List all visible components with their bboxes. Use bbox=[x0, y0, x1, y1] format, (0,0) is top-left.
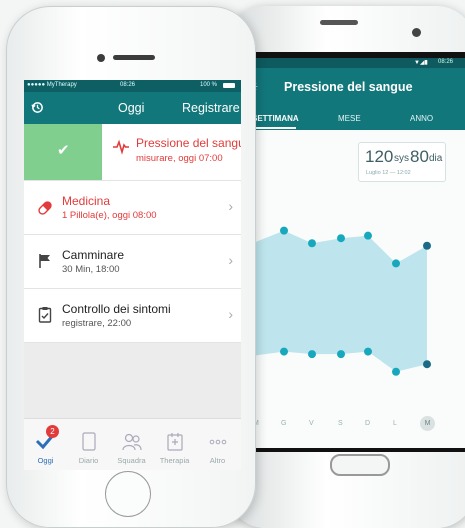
diastolic-point[interactable] bbox=[392, 367, 400, 376]
done-swipe-area[interactable]: ✔ bbox=[24, 124, 102, 180]
tab-week[interactable]: SETTIMANA bbox=[252, 114, 299, 123]
systolic-point[interactable] bbox=[308, 239, 316, 248]
task-subtitle: misurare, oggi 07:00 bbox=[136, 153, 223, 164]
android-screen: ▼◢▮ 08:26 ✳ Pressione del sangue SETTIMA… bbox=[246, 58, 465, 448]
tab-label: Altro bbox=[209, 456, 226, 465]
tab-bar: 2 Oggi Diario Squadra Therapia Altro bbox=[24, 418, 241, 470]
notification-badge: 2 bbox=[46, 425, 59, 438]
battery-level: 100 % bbox=[200, 82, 218, 88]
android-status-bar: ▼◢▮ 08:26 bbox=[246, 58, 465, 68]
flag-icon bbox=[39, 254, 50, 268]
tab-team[interactable]: Squadra bbox=[110, 419, 153, 470]
chevron-right-icon: › bbox=[228, 198, 233, 214]
android-time: 08:26 bbox=[438, 59, 454, 65]
day-label: S bbox=[338, 420, 343, 427]
tab-today[interactable]: 2 Oggi bbox=[24, 419, 67, 470]
ios-nav-bar: Oggi Registrare bbox=[24, 92, 241, 124]
dia-value: 80 bbox=[410, 147, 429, 166]
task-title: Camminare bbox=[62, 248, 125, 262]
android-title: Pressione del sangue bbox=[284, 80, 413, 94]
tab-label: Squadra bbox=[117, 456, 146, 465]
tab-more[interactable]: Altro bbox=[196, 419, 239, 470]
chevron-right-icon: › bbox=[228, 306, 233, 322]
iphone-home-button[interactable] bbox=[105, 471, 151, 517]
systolic-point[interactable] bbox=[364, 231, 372, 240]
diary-icon bbox=[82, 432, 96, 451]
task-title: Controllo dei sintomi bbox=[62, 302, 171, 316]
sys-unit: sys bbox=[394, 153, 409, 164]
check-icon: ✔ bbox=[57, 142, 70, 159]
task-title: Medicina bbox=[62, 194, 111, 208]
diastolic-point[interactable] bbox=[337, 350, 345, 359]
day-label-selected: M bbox=[420, 416, 435, 431]
sys-value: 120 bbox=[365, 147, 394, 166]
day-axis: MGVSDLM bbox=[246, 416, 465, 436]
systolic-point[interactable] bbox=[392, 259, 400, 268]
android-camera bbox=[412, 28, 421, 37]
systolic-point[interactable] bbox=[337, 234, 345, 243]
diastolic-point[interactable] bbox=[280, 347, 288, 356]
ios-status-bar: ●●●●● MyTherapy 08:26 100 % bbox=[24, 80, 241, 92]
clipboard-icon bbox=[38, 307, 52, 323]
day-label: G bbox=[281, 420, 287, 427]
tab-label: Therapia bbox=[159, 456, 190, 465]
iphone-camera bbox=[97, 54, 105, 62]
task-subtitle: 1 Pillola(e), oggi 08:00 bbox=[62, 210, 157, 221]
iphone-screen: ●●●●● MyTherapy 08:26 100 % Oggi Registr… bbox=[24, 80, 241, 470]
task-item-blood-pressure[interactable]: ✔ Pressione del sangue misurare, oggi 07… bbox=[24, 124, 241, 181]
tab-diary[interactable]: Diario bbox=[67, 419, 110, 470]
therapy-icon bbox=[167, 433, 183, 451]
android-home-button[interactable] bbox=[330, 454, 390, 476]
blood-pressure-reading-card: 120 sys 80 dia Luglio 12 — 12:02 bbox=[358, 142, 446, 182]
task-item-symptom-check[interactable]: Controllo dei sintomi registrare, 22:00 … bbox=[24, 289, 241, 343]
reading-date: Luglio 12 — 12:02 bbox=[366, 170, 411, 176]
nav-title: Oggi bbox=[118, 101, 145, 115]
chevron-right-icon: › bbox=[228, 252, 233, 268]
diastolic-point[interactable] bbox=[423, 360, 431, 369]
android-app-bar: ✳ Pressione del sangue bbox=[246, 68, 465, 108]
tab-therapy[interactable]: Therapia bbox=[153, 419, 196, 470]
signal-icon: ▼◢▮ bbox=[414, 60, 428, 66]
more-dots-icon bbox=[209, 439, 227, 445]
task-item-walking[interactable]: Camminare 30 Min, 18:00 › bbox=[24, 235, 241, 289]
diastolic-point[interactable] bbox=[364, 347, 372, 356]
day-label: D bbox=[365, 420, 371, 427]
iphone-speaker bbox=[113, 55, 155, 60]
battery-icon bbox=[223, 83, 235, 88]
ios-time: 08:26 bbox=[120, 82, 136, 88]
blood-pressure-chart bbox=[246, 226, 431, 376]
history-icon[interactable] bbox=[31, 101, 44, 114]
task-subtitle: 30 Min, 18:00 bbox=[62, 264, 120, 275]
systolic-point[interactable] bbox=[423, 241, 431, 250]
task-item-medicine[interactable]: Medicina 1 Pillola(e), oggi 08:00 › bbox=[24, 181, 241, 235]
team-icon bbox=[122, 433, 142, 451]
diastolic-point[interactable] bbox=[308, 350, 316, 359]
android-speaker bbox=[320, 20, 358, 25]
heartbeat-icon bbox=[113, 139, 129, 155]
day-label: L bbox=[393, 420, 397, 427]
task-title: Pressione del sangue bbox=[136, 136, 241, 150]
tab-year[interactable]: ANNO bbox=[410, 114, 433, 123]
task-subtitle: registrare, 22:00 bbox=[62, 318, 132, 329]
pill-icon bbox=[38, 201, 52, 215]
tab-label: Oggi bbox=[37, 456, 54, 465]
tab-label: Diario bbox=[78, 456, 99, 465]
pressure-range-band bbox=[246, 230, 427, 372]
register-button[interactable]: Registrare bbox=[182, 101, 240, 115]
systolic-point[interactable] bbox=[280, 226, 288, 235]
dia-unit: dia bbox=[429, 153, 443, 164]
tab-month[interactable]: MESE bbox=[338, 114, 361, 123]
day-label: V bbox=[309, 420, 314, 427]
carrier: ●●●●● MyTherapy bbox=[27, 82, 77, 88]
